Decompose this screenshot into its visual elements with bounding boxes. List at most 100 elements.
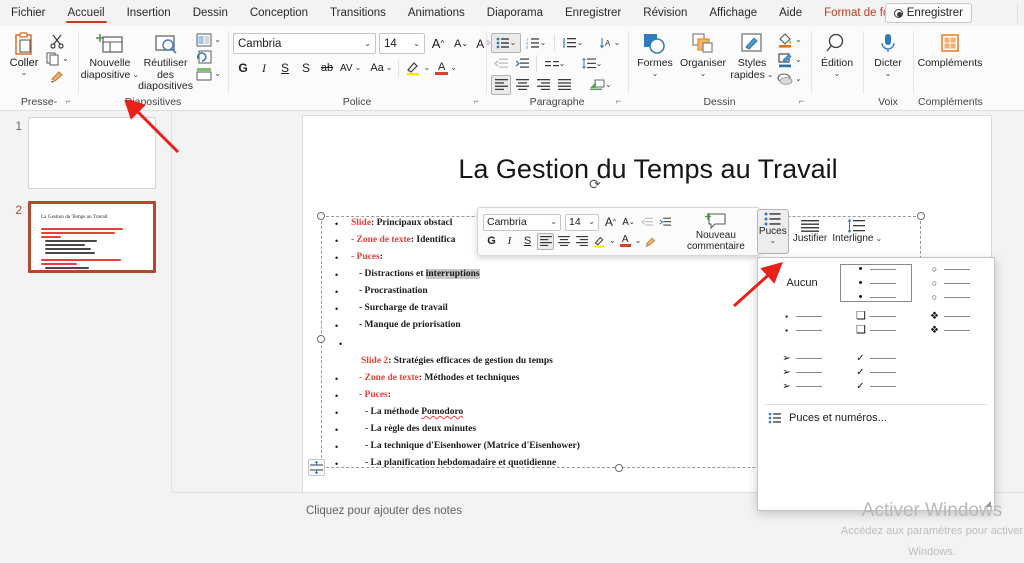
minibar-linespacing-chevron-down-icon[interactable]: ⌄	[875, 234, 882, 243]
editing-button[interactable]: Édition ⌄	[817, 29, 857, 78]
align-justify-button[interactable]	[554, 75, 574, 95]
quick-styles-chevron-down-icon[interactable]: ⌄	[767, 71, 774, 79]
text-shadow-button[interactable]: S	[296, 58, 316, 78]
quick-styles-button[interactable]: Styles rapides ⌄	[729, 29, 775, 81]
thumbnail-item-2[interactable]: 2 La Gestion du Temps au Travail	[0, 195, 171, 273]
bullets-button[interactable]: ⌄	[491, 32, 521, 53]
tab-fichier[interactable]: Fichier	[0, 0, 57, 26]
tab-accueil[interactable]: Accueil	[57, 0, 116, 26]
minibar-font-name-combobox[interactable]: Cambria ⌄	[483, 213, 561, 231]
change-case-chevron-down-icon[interactable]: ⌄	[386, 64, 393, 72]
bullet-option-diamond[interactable]: ❖ ❖	[914, 304, 986, 342]
minibar-increase-indent-button[interactable]	[656, 214, 673, 231]
tab-diaporama[interactable]: Diaporama	[476, 0, 554, 26]
font-size-combobox[interactable]: 14 ⌄	[379, 33, 425, 54]
tab-aide[interactable]: Aide	[768, 0, 813, 26]
bullets-and-numbering-menu-item[interactable]: Puces et numéros...	[758, 405, 994, 431]
increase-font-size-button[interactable]: A ^	[428, 34, 448, 54]
italic-button[interactable]: I	[254, 58, 274, 78]
minibar-bullets-chevron-down-icon[interactable]: ⌄	[769, 237, 776, 245]
dictate-button[interactable]: Dicter ⌄	[868, 29, 908, 78]
minibar-font-name-chevron-down-icon[interactable]: ⌄	[550, 218, 557, 226]
bullet-option-filled-square[interactable]: ▪ ▪	[766, 304, 838, 342]
line-spacing-chevron-down-icon[interactable]: ⌄	[596, 59, 603, 68]
decrease-indent-button[interactable]	[491, 54, 511, 74]
shape-fill-button[interactable]: ⌄	[775, 31, 804, 49]
reuse-slides-button[interactable]: Réutiliser des diapositives	[137, 29, 194, 93]
addins-button[interactable]: Compléments	[918, 29, 982, 70]
align-left-button[interactable]	[491, 74, 511, 95]
minibar-linespacing-button[interactable]: Interligne ⌄	[831, 219, 883, 244]
numbering-button[interactable]: 1 2 3 ⌄	[522, 33, 550, 53]
section-button[interactable]: ⌄	[194, 66, 223, 82]
mini-floating-toolbar[interactable]: Cambria ⌄ 14 ⌄ A ^ A ⌄ G I S ⌄ A ⌄ Nouve…	[477, 207, 882, 256]
new-comment-button[interactable]: Nouveau commentaire	[683, 212, 749, 252]
minibar-increase-font-size-button[interactable]: A ^	[602, 214, 619, 231]
line-spacing-button[interactable]: ⌄	[578, 54, 606, 74]
minibar-align-left-button[interactable]	[537, 232, 554, 250]
minibar-underline-button[interactable]: S	[519, 233, 536, 250]
list-level-button[interactable]: ⌄	[559, 33, 587, 53]
section-chevron-down-icon[interactable]: ⌄	[214, 70, 221, 78]
shape-outline-button[interactable]: ⌄	[775, 51, 804, 69]
text-direction-button[interactable]: A ⌄	[596, 33, 624, 53]
dictate-chevron-down-icon[interactable]: ⌄	[885, 69, 892, 78]
character-spacing-chevron-down-icon[interactable]: ⌄	[355, 64, 362, 72]
drawing-dialog-launcher[interactable]: ⌐	[799, 94, 804, 109]
decrease-font-size-button[interactable]: A ⌄	[451, 34, 471, 54]
shape-outline-chevron-down-icon[interactable]: ⌄	[795, 56, 802, 64]
tab-conception[interactable]: Conception	[239, 0, 319, 26]
minibar-align-center-button[interactable]	[555, 233, 572, 250]
thumbnail-item-1[interactable]: 1	[0, 111, 171, 189]
notes-placeholder[interactable]: Cliquez pour ajouter des notes	[306, 505, 462, 517]
font-name-chevron-down-icon[interactable]: ⌄	[364, 39, 371, 48]
increase-indent-button[interactable]	[512, 54, 532, 74]
minibar-format-painter-button[interactable]	[642, 233, 659, 250]
slide-title-placeholder[interactable]: La Gestion du Temps au Travail	[343, 154, 953, 185]
reset-button[interactable]	[194, 49, 223, 65]
shapes-chevron-down-icon[interactable]: ⌄	[652, 69, 659, 78]
font-dialog-launcher[interactable]: ⌐	[474, 94, 479, 109]
font-color-chevron-down-icon[interactable]: ⌄	[450, 64, 457, 72]
change-case-button[interactable]: Aa ⌄	[368, 61, 394, 75]
minibar-font-size-chevron-down-icon[interactable]: ⌄	[588, 218, 595, 226]
shape-effects-button[interactable]: ⌄	[775, 71, 804, 87]
underline-button[interactable]: S	[275, 58, 295, 78]
paragraph-dialog-launcher[interactable]: ⌐	[616, 94, 621, 109]
editing-chevron-down-icon[interactable]: ⌄	[834, 69, 841, 78]
bullet-option-check[interactable]: ✓ ✓ ✓	[840, 344, 912, 400]
minibar-decrease-font-size-button[interactable]: A ⌄	[620, 214, 637, 231]
minibar-highlight-chevron-down-icon[interactable]: ⌄	[609, 237, 616, 245]
shape-fill-chevron-down-icon[interactable]: ⌄	[795, 36, 802, 44]
tab-animations[interactable]: Animations	[397, 0, 476, 26]
paste-chevron-down-icon[interactable]: ⌄	[21, 69, 28, 77]
new-slide-button[interactable]: Nouvelle diapositive ⌄	[81, 29, 139, 81]
align-right-button[interactable]	[533, 75, 553, 95]
align-objects-icon[interactable]	[308, 459, 325, 476]
clipboard-dialog-launcher[interactable]: ⌐	[66, 94, 71, 109]
format-painter-icon[interactable]	[43, 68, 71, 84]
font-color-button[interactable]: A ⌄	[433, 61, 459, 76]
arrange-button[interactable]: Organiser ⌄	[677, 29, 729, 78]
thumbnail-preview-1[interactable]	[28, 117, 156, 189]
bullet-option-hollow-round[interactable]: ○ ○ ○	[914, 264, 986, 302]
tab-enregistrer[interactable]: Enregistrer	[554, 0, 632, 26]
font-name-combobox[interactable]: Cambria ⌄	[233, 33, 376, 54]
bullet-option-arrow[interactable]: ➢ ➢ ➢	[766, 344, 838, 400]
minibar-bullets-button[interactable]: Puces ⌄	[756, 209, 789, 254]
bullets-gallery-dropdown[interactable]: Aucun • • • ○ ○ ○ ▪ ▪ ❑ ❑ ❖ ❖ ➢ ➢ ➢ ✓ ✓ …	[757, 257, 995, 511]
slide-thumbnail-pane[interactable]: 1 2 La Gestion du Temps au Travail	[0, 111, 172, 492]
layout-button[interactable]: ⌄	[194, 32, 223, 48]
bullet-option-filled-round[interactable]: • • •	[840, 263, 912, 302]
convert-smartart-button[interactable]: ⌄	[587, 75, 615, 95]
rotate-handle-icon[interactable]: ⟳	[589, 176, 604, 192]
list-level-chevron-down-icon[interactable]: ⌄	[577, 38, 584, 47]
resize-handle-ml[interactable]	[317, 335, 325, 343]
minibar-italic-button[interactable]: I	[501, 233, 518, 250]
tab-insertion[interactable]: Insertion	[116, 0, 182, 26]
resize-handle-bc[interactable]	[615, 464, 623, 472]
minibar-font-color-chevron-down-icon[interactable]: ⌄	[635, 237, 642, 245]
highlight-chevron-down-icon[interactable]: ⌄	[423, 64, 430, 72]
text-direction-chevron-down-icon[interactable]: ⌄	[614, 38, 621, 47]
copy-button[interactable]: ⌄	[43, 50, 71, 67]
